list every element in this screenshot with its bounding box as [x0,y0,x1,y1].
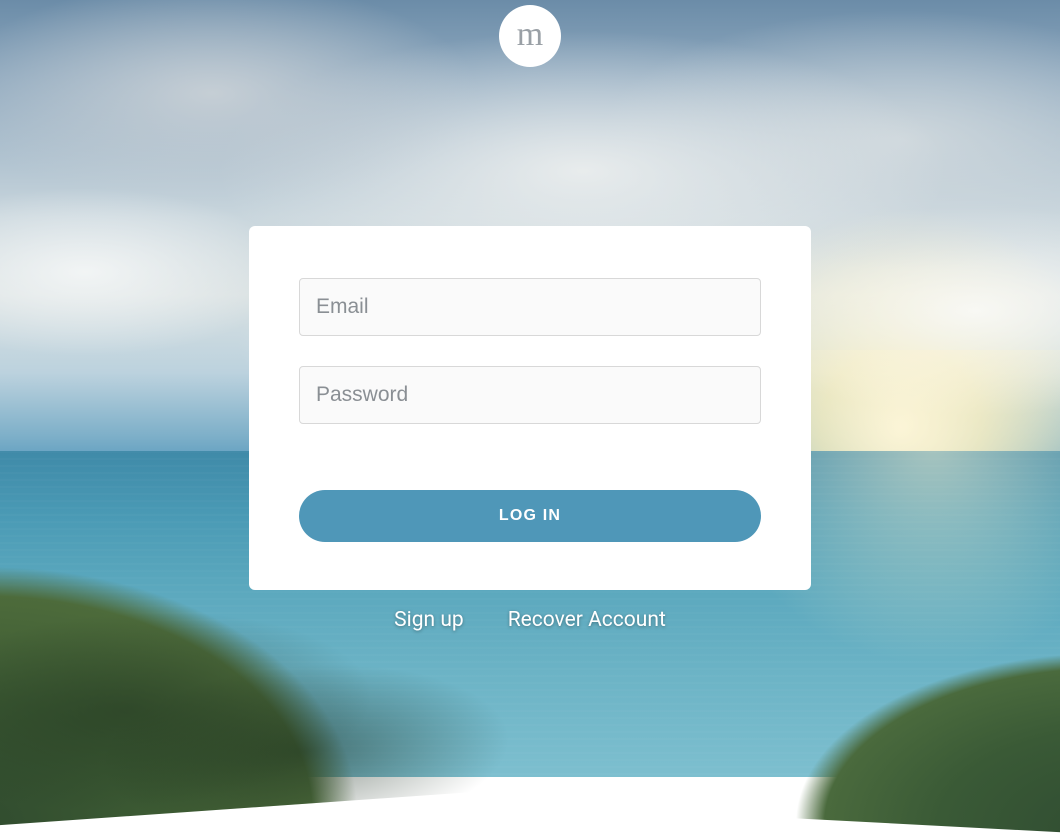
brand-logo-letter: m [517,18,543,52]
recover-account-link[interactable]: Recover Account [508,608,666,632]
auth-links: Sign up Recover Account [394,608,666,632]
login-card: LOG IN [249,226,811,590]
email-field[interactable] [299,278,761,336]
signup-link[interactable]: Sign up [394,608,464,632]
password-field[interactable] [299,366,761,424]
brand-logo: m [499,5,561,67]
login-button[interactable]: LOG IN [299,490,761,542]
